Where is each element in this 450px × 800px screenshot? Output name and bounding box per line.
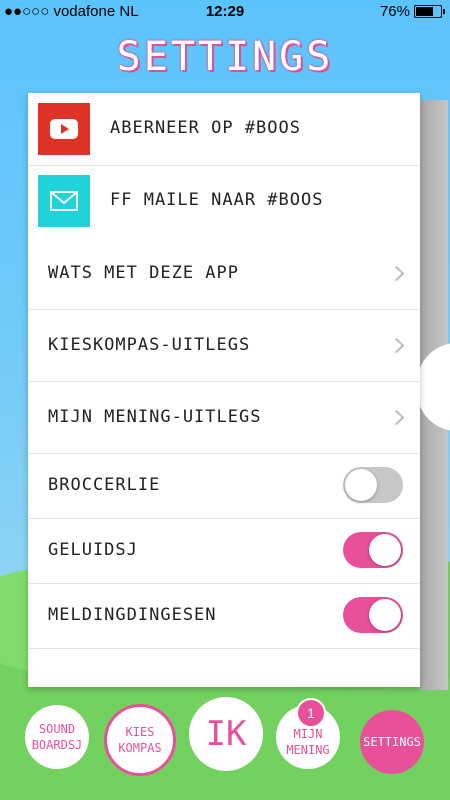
- meldingen-toggle[interactable]: [343, 597, 403, 633]
- battery-icon: [414, 5, 445, 18]
- broccerlie-toggle[interactable]: [343, 467, 403, 503]
- meldingen-label: MELDINGDINGESEN: [48, 605, 217, 625]
- about-app-row[interactable]: WATS MET DEZE APP: [28, 237, 420, 310]
- subscribe-label: ABERNEER OP #BOOS: [110, 118, 301, 138]
- mail-icon: [38, 175, 90, 227]
- settings-nav-button[interactable]: SETTINGS: [360, 710, 424, 774]
- chevron-right-icon: [388, 265, 405, 282]
- chevron-right-icon: [388, 409, 405, 426]
- mijn-mening-label: MIJN MENING: [286, 727, 330, 757]
- battery-percent: 76%: [379, 3, 410, 20]
- settings-panel: ABERNEER OP #BOOS FF MAILE NAAR #BOOS WA…: [28, 93, 420, 687]
- meldingen-row: MELDINGDINGESEN: [28, 583, 420, 649]
- kieskompas-explain-label: KIESKOMPAS-UITLEGS: [48, 335, 251, 355]
- ik-button[interactable]: IK: [189, 697, 263, 771]
- kieskompas-label: KIES KOMPAS: [118, 725, 162, 755]
- subscribe-row[interactable]: ABERNEER OP #BOOS: [28, 93, 420, 166]
- about-app-label: WATS MET DEZE APP: [48, 263, 239, 283]
- kieskompas-explain-row[interactable]: KIESKOMPAS-UITLEGS: [28, 309, 420, 382]
- geluid-row: GELUIDSJ: [28, 518, 420, 584]
- battery-indicator: 76%: [379, 3, 445, 20]
- mening-explain-row[interactable]: MIJN MENING-UITLEGS: [28, 381, 420, 454]
- ik-label: IK: [205, 714, 247, 754]
- notification-badge: 1: [296, 698, 326, 728]
- soundboard-button[interactable]: SOUND BOARDSJ: [25, 705, 89, 769]
- mail-label: FF MAILE NAAR #BOOS: [110, 190, 324, 210]
- soundboard-label: SOUND BOARDSJ: [31, 722, 83, 752]
- geluid-label: GELUIDSJ: [48, 540, 138, 560]
- kieskompas-button[interactable]: KIES KOMPAS: [104, 704, 176, 776]
- page-title: SETTINGS: [116, 34, 334, 80]
- mail-row[interactable]: FF MAILE NAAR #BOOS: [28, 165, 420, 237]
- geluid-toggle[interactable]: [343, 532, 403, 568]
- broccerlie-row: BROCCERLIE: [28, 453, 420, 519]
- settings-nav-label: SETTINGS: [363, 735, 421, 749]
- chevron-right-icon: [388, 337, 405, 354]
- mening-explain-label: MIJN MENING-UITLEGS: [48, 407, 262, 427]
- status-bar: ●●○○○ vodafone NL 12:29 76%: [0, 0, 450, 24]
- broccerlie-label: BROCCERLIE: [48, 475, 161, 495]
- youtube-icon: [38, 103, 90, 155]
